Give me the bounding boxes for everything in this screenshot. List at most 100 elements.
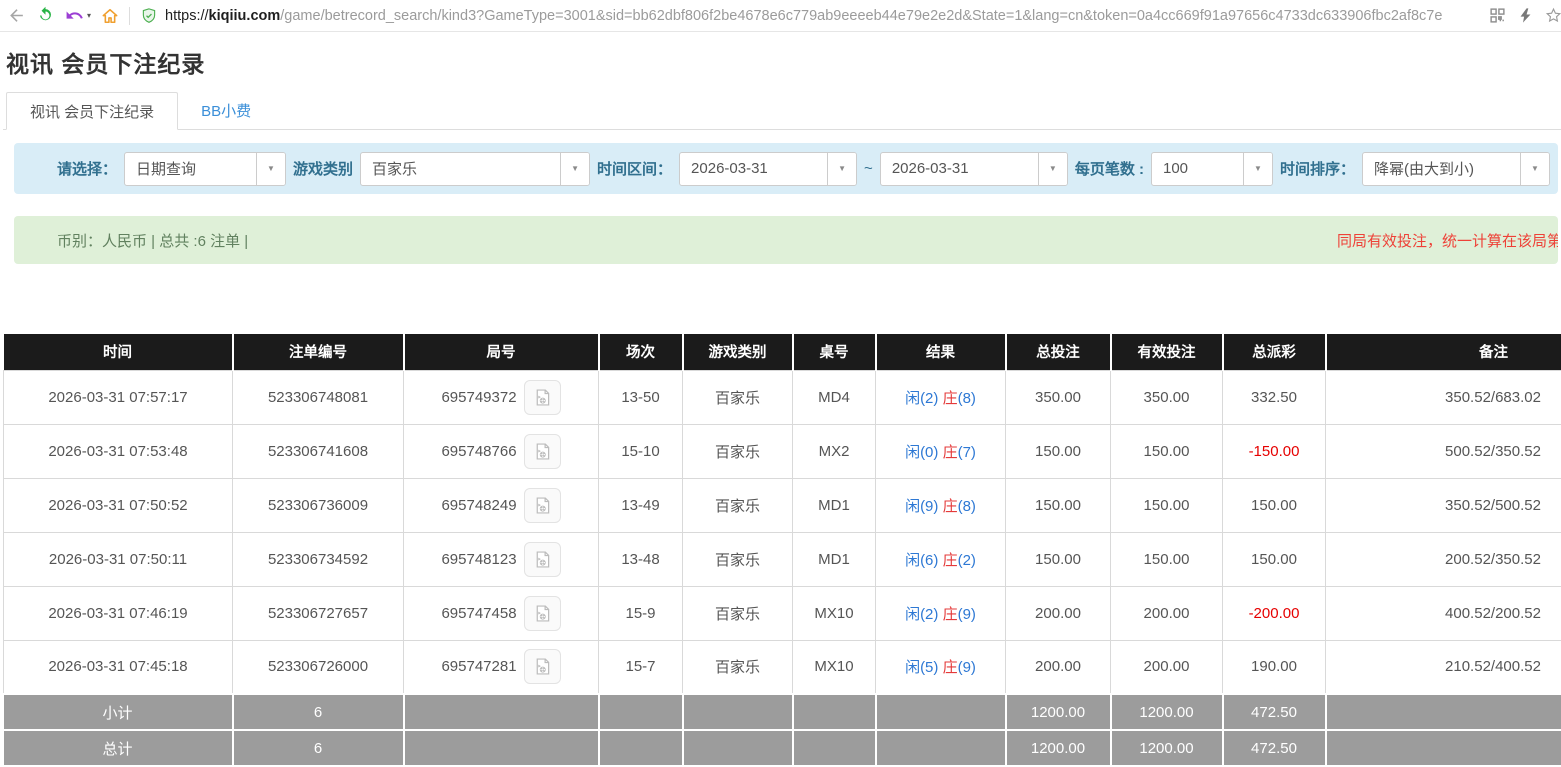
cell-remark: 350.52/683.02 [1326, 370, 1561, 424]
result-banker: 庄 [943, 606, 958, 623]
url-domain: kiqiiu.com [209, 8, 281, 24]
qr-code-icon[interactable] [1487, 6, 1507, 26]
table-row: 2026-03-31 07:46:19 523306727657 6957474… [4, 586, 1561, 640]
cell-game-type: 百家乐 [683, 640, 793, 694]
chevron-down-icon[interactable] [256, 153, 285, 185]
url-text[interactable]: https://kiqiiu.com/game/betrecord_search… [165, 8, 1442, 24]
round-id-value: 695748123 [441, 551, 516, 568]
header-game-type: 游戏类别 [683, 334, 793, 370]
cell-round-id: 695748766 [404, 424, 599, 478]
video-replay-button[interactable] [524, 596, 561, 631]
result-player: 闲(6) [905, 552, 938, 569]
total-valid-bet: 1200.00 [1111, 730, 1223, 766]
sort-order-select[interactable]: 降幂(由大到小) [1362, 152, 1550, 186]
total-row: 总计 6 1200.00 1200.00 472.50 [4, 730, 1561, 766]
home-icon[interactable] [100, 6, 120, 26]
cell-total-bet[interactable]: 200.00 [1006, 640, 1111, 694]
video-replay-button[interactable] [524, 380, 561, 415]
cell-payout: 150.00 [1223, 532, 1326, 586]
date-to-value: 2026-03-31 [881, 153, 1038, 185]
video-replay-button[interactable] [524, 649, 561, 684]
sort-order-value: 降幂(由大到小) [1363, 153, 1520, 185]
cell-valid-bet: 350.00 [1111, 370, 1223, 424]
cell-total-bet[interactable]: 150.00 [1006, 424, 1111, 478]
video-replay-button[interactable] [524, 542, 561, 577]
total-label: 总计 [4, 730, 233, 766]
cell-payout: 332.50 [1223, 370, 1326, 424]
result-banker-score: (8) [958, 390, 976, 407]
header-bet-id: 注单编号 [233, 334, 404, 370]
cell-time: 2026-03-31 07:46:19 [4, 586, 233, 640]
cell-remark: 500.52/350.52 [1326, 424, 1561, 478]
undo-dropdown-caret[interactable]: ▾ [87, 11, 91, 20]
chevron-down-icon[interactable] [1243, 153, 1272, 185]
cell-game-type: 百家乐 [683, 586, 793, 640]
chevron-down-icon[interactable] [827, 153, 856, 185]
cell-time: 2026-03-31 07:45:18 [4, 640, 233, 694]
chevron-down-icon[interactable] [1038, 153, 1067, 185]
favorite-star-icon[interactable] [1543, 6, 1561, 26]
security-shield-icon[interactable] [139, 6, 159, 26]
cell-bet-id: 523306736009 [233, 478, 404, 532]
cell-valid-bet: 150.00 [1111, 424, 1223, 478]
result-player: 闲(5) [905, 659, 938, 676]
table-footer: 小计 6 1200.00 1200.00 472.50 总计 6 1200.00… [4, 694, 1561, 766]
cell-total-bet[interactable]: 150.00 [1006, 478, 1111, 532]
page-size-label: 每页笔数 : [1075, 158, 1144, 179]
result-banker: 庄 [943, 552, 958, 569]
cell-round-id: 695747458 [404, 586, 599, 640]
result-banker-score: (9) [958, 659, 976, 676]
table-row: 2026-03-31 07:50:52 523306736009 6957482… [4, 478, 1561, 532]
undo-icon[interactable] [64, 6, 84, 26]
tab-bet-records[interactable]: 视讯 会员下注纪录 [6, 92, 178, 130]
cell-total-bet[interactable]: 200.00 [1006, 586, 1111, 640]
table-row: 2026-03-31 07:53:48 523306741608 6957487… [4, 424, 1561, 478]
header-payout: 总派彩 [1223, 334, 1326, 370]
date-to-select[interactable]: 2026-03-31 [880, 152, 1068, 186]
cell-session: 13-48 [599, 532, 683, 586]
cell-game-type: 百家乐 [683, 424, 793, 478]
game-type-select[interactable]: 百家乐 [360, 152, 590, 186]
date-from-select[interactable]: 2026-03-31 [679, 152, 857, 186]
cell-payout: 190.00 [1223, 640, 1326, 694]
subtotal-label: 小计 [4, 694, 233, 730]
page-size-value: 100 [1152, 153, 1243, 185]
cell-remark: 210.52/400.52 [1326, 640, 1561, 694]
cell-session: 13-49 [599, 478, 683, 532]
header-remark: 备注 [1326, 334, 1561, 370]
table-header: 时间 注单编号 局号 场次 游戏类别 桌号 结果 总投注 有效投注 总派彩 备注 [4, 334, 1561, 370]
tab-bb-tip[interactable]: BB小费 [178, 91, 274, 129]
cell-total-bet[interactable]: 150.00 [1006, 532, 1111, 586]
browser-toolbar: ▾ https://kiqiiu.com/game/betrecord_sear… [0, 0, 1561, 32]
cell-bet-id: 523306734592 [233, 532, 404, 586]
cell-valid-bet: 200.00 [1111, 640, 1223, 694]
chevron-down-icon[interactable] [560, 153, 589, 185]
game-type-value: 百家乐 [361, 153, 560, 185]
cell-valid-bet: 150.00 [1111, 532, 1223, 586]
cell-result: 闲(5) 庄(9) [876, 640, 1006, 694]
video-replay-button[interactable] [524, 434, 561, 469]
query-type-select[interactable]: 日期查询 [124, 152, 286, 186]
cell-valid-bet: 150.00 [1111, 478, 1223, 532]
subtotal-total-bet: 1200.00 [1006, 694, 1111, 730]
chevron-down-icon[interactable] [1520, 153, 1549, 185]
result-banker-score: (7) [958, 444, 976, 461]
result-banker: 庄 [943, 444, 958, 461]
result-banker-score: (2) [958, 552, 976, 569]
cell-valid-bet: 200.00 [1111, 586, 1223, 640]
lightning-icon[interactable] [1515, 6, 1535, 26]
video-replay-button[interactable] [524, 488, 561, 523]
round-id-value: 695747458 [441, 605, 516, 622]
toolbar-divider [129, 7, 130, 25]
game-type-label: 游戏类别 [293, 158, 353, 179]
page-size-select[interactable]: 100 [1151, 152, 1273, 186]
cell-payout: -200.00 [1223, 586, 1326, 640]
cell-total-bet[interactable]: 350.00 [1006, 370, 1111, 424]
url-scheme: https:// [165, 8, 209, 24]
back-icon[interactable] [6, 6, 26, 26]
address-bar[interactable]: https://kiqiiu.com/game/betrecord_search… [139, 6, 1478, 26]
cell-result: 闲(6) 庄(2) [876, 532, 1006, 586]
cell-payout: 150.00 [1223, 478, 1326, 532]
subtotal-row: 小计 6 1200.00 1200.00 472.50 [4, 694, 1561, 730]
reload-icon[interactable] [35, 6, 55, 26]
